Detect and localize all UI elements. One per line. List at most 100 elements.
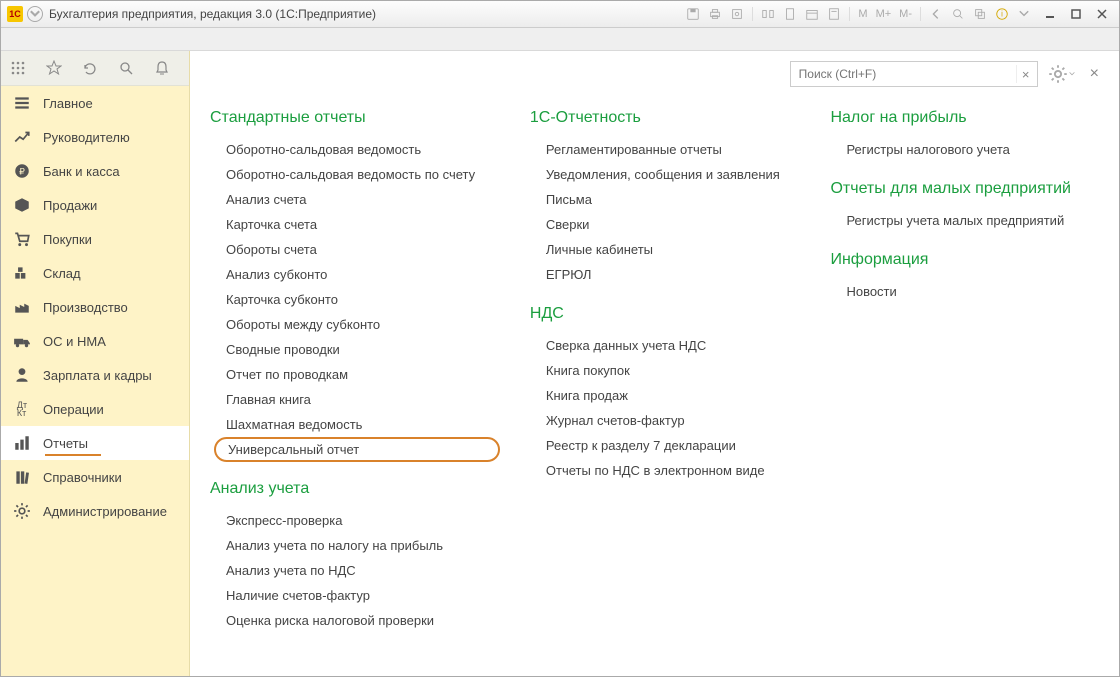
report-link[interactable]: Регистры налогового учета — [846, 137, 1101, 162]
sidebar-item-salary[interactable]: Зарплата и кадры — [1, 358, 189, 392]
report-link[interactable]: Главная книга — [226, 387, 500, 412]
sidebar-item-label: Банк и касса — [43, 164, 120, 179]
sidebar-item-operations[interactable]: ДтКт Операции — [1, 392, 189, 426]
chart-bars-icon — [13, 434, 31, 452]
report-link-universal[interactable]: Универсальный отчет — [214, 437, 500, 462]
notifications-bell-icon[interactable] — [153, 59, 171, 77]
report-link[interactable]: Шахматная ведомость — [226, 412, 500, 437]
sidebar-item-label: Отчеты — [43, 436, 88, 451]
report-link[interactable]: Сверки — [546, 212, 801, 237]
box-icon — [13, 196, 31, 214]
sidebar-item-purchases[interactable]: Покупки — [1, 222, 189, 256]
sidebar-item-production[interactable]: Производство — [1, 290, 189, 324]
report-link[interactable]: Обороты счета — [226, 237, 500, 262]
m-minus-button[interactable]: М- — [897, 8, 914, 20]
report-link[interactable]: Журнал счетов-фактур — [546, 408, 801, 433]
back-icon[interactable] — [927, 5, 945, 23]
sidebar-item-label: Главное — [43, 96, 93, 111]
dropdown-circle-icon[interactable] — [27, 6, 43, 22]
report-link[interactable]: Регистры учета малых предприятий — [846, 208, 1101, 233]
books-icon — [13, 468, 31, 486]
print-icon[interactable] — [706, 5, 724, 23]
preview-icon[interactable] — [728, 5, 746, 23]
sidebar-item-warehouse[interactable]: Склад — [1, 256, 189, 290]
sidebar-item-label: Администрирование — [43, 504, 167, 519]
sidebar-item-reports[interactable]: Отчеты — [1, 426, 189, 460]
report-link[interactable]: Отчет по проводкам — [226, 362, 500, 387]
history-icon[interactable] — [81, 59, 99, 77]
minimize-button[interactable] — [1039, 5, 1061, 23]
trend-up-icon — [13, 128, 31, 146]
apps-grid-icon[interactable] — [9, 59, 27, 77]
report-link[interactable]: Экспресс-проверка — [226, 508, 500, 533]
sidebar-item-sales[interactable]: Продажи — [1, 188, 189, 222]
search-box[interactable]: × — [790, 61, 1038, 87]
report-link[interactable]: Карточка счета — [226, 212, 500, 237]
report-link[interactable]: Регламентированные отчеты — [546, 137, 801, 162]
report-link[interactable]: Сверка данных учета НДС — [546, 333, 801, 358]
search-input[interactable] — [797, 66, 1016, 82]
report-link[interactable]: Книга продаж — [546, 383, 801, 408]
sidebar-item-label: Продажи — [43, 198, 97, 213]
clear-search-icon[interactable]: × — [1016, 65, 1035, 83]
close-button[interactable] — [1091, 5, 1113, 23]
m-plus-button[interactable]: М+ — [874, 8, 894, 20]
report-link[interactable]: Отчеты по НДС в электронном виде — [546, 458, 801, 483]
report-link[interactable]: Анализ счета — [226, 187, 500, 212]
favorites-star-icon[interactable] — [45, 59, 63, 77]
zoom-icon[interactable] — [949, 5, 967, 23]
report-link[interactable]: Анализ субконто — [226, 262, 500, 287]
report-link[interactable]: Оборотно-сальдовая ведомость по счету — [226, 162, 500, 187]
m-button[interactable]: М — [856, 8, 869, 20]
report-link[interactable]: Карточка субконто — [226, 287, 500, 312]
sidebar-item-label: Покупки — [43, 232, 92, 247]
help-dropdown-icon[interactable] — [1015, 5, 1033, 23]
report-link[interactable]: Письма — [546, 187, 801, 212]
sidebar-item-label: Руководителю — [43, 130, 130, 145]
report-link[interactable]: Реестр к разделу 7 декларации — [546, 433, 801, 458]
sidebar-item-directories[interactable]: Справочники — [1, 460, 189, 494]
sidebar-item-assets[interactable]: ОС и НМА — [1, 324, 189, 358]
report-link[interactable]: Обороты между субконто — [226, 312, 500, 337]
report-link[interactable]: Оценка риска налоговой проверки — [226, 608, 500, 633]
sidebar-item-label: Операции — [43, 402, 104, 417]
svg-text:i: i — [1001, 10, 1003, 19]
section-title-smallbiz: Отчеты для малых предприятий — [830, 180, 1101, 198]
titlebar: 1C Бухгалтерия предприятия, редакция 3.0… — [1, 1, 1119, 28]
sidebar-item-manager[interactable]: Руководителю — [1, 120, 189, 154]
report-link[interactable]: Сводные проводки — [226, 337, 500, 362]
report-link[interactable]: Анализ учета по НДС — [226, 558, 500, 583]
sidebar-item-home[interactable]: Главное — [1, 86, 189, 120]
doc-icon[interactable] — [781, 5, 799, 23]
close-panel-icon[interactable]: × — [1086, 65, 1103, 83]
sidebar-item-label: Справочники — [43, 470, 122, 485]
report-link[interactable]: Оборотно-сальдовая ведомость — [226, 137, 500, 162]
window-title: Бухгалтерия предприятия, редакция 3.0 (1… — [49, 7, 684, 21]
sidebar-item-label: Производство — [43, 300, 128, 315]
section-title-standard: Стандартные отчеты — [210, 109, 500, 127]
sidebar-item-label: Склад — [43, 266, 81, 281]
sidebar-item-bank[interactable]: ₽ Банк и касса — [1, 154, 189, 188]
windows-icon[interactable] — [971, 5, 989, 23]
calendar-icon[interactable] — [803, 5, 821, 23]
sidebar-item-admin[interactable]: Администрирование — [1, 494, 189, 528]
section-title-analysis: Анализ учета — [210, 480, 500, 498]
report-link[interactable]: Анализ учета по налогу на прибыль — [226, 533, 500, 558]
truck-icon — [13, 332, 31, 350]
sidebar-item-label: ОС и НМА — [43, 334, 106, 349]
compare-icon[interactable] — [759, 5, 777, 23]
ruble-circle-icon: ₽ — [13, 162, 31, 180]
help-icon[interactable]: i — [993, 5, 1011, 23]
calculator-icon[interactable] — [825, 5, 843, 23]
settings-gear-icon[interactable] — [1048, 64, 1076, 84]
report-link[interactable]: Личные кабинеты — [546, 237, 801, 262]
report-link[interactable]: Книга покупок — [546, 358, 801, 383]
report-link[interactable]: ЕГРЮЛ — [546, 262, 801, 287]
maximize-button[interactable] — [1065, 5, 1087, 23]
gear-icon — [13, 502, 31, 520]
report-link[interactable]: Наличие счетов-фактур — [226, 583, 500, 608]
save-icon[interactable] — [684, 5, 702, 23]
search-icon[interactable] — [117, 59, 135, 77]
report-link[interactable]: Уведомления, сообщения и заявления — [546, 162, 801, 187]
report-link[interactable]: Новости — [846, 279, 1101, 304]
